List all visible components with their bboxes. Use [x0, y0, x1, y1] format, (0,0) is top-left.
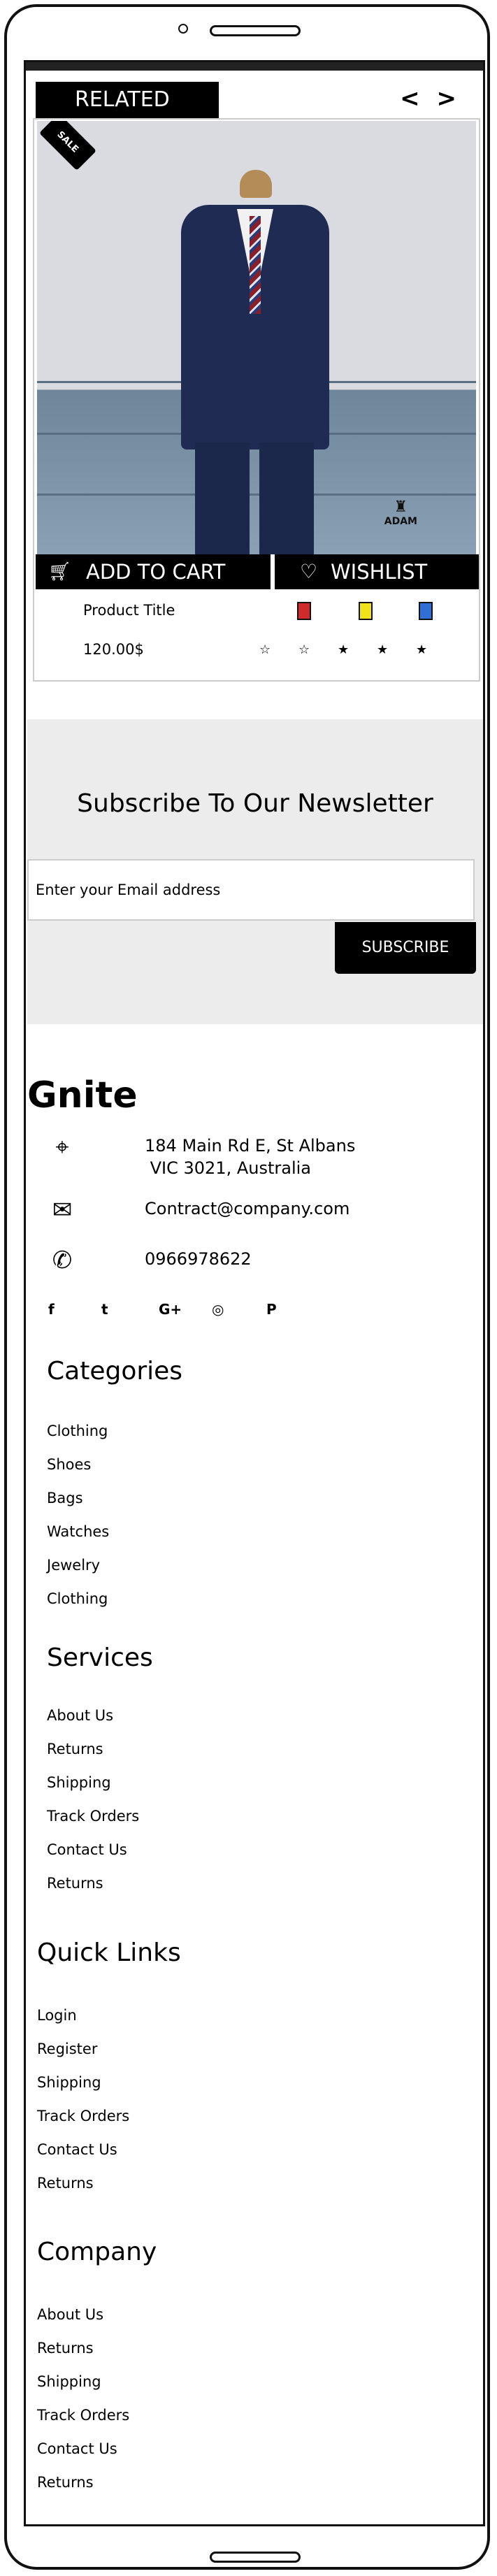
- speaker-bar: [210, 25, 301, 36]
- company-link[interactable]: Returns: [37, 2474, 94, 2491]
- email-text[interactable]: Contract@company.com: [145, 1197, 350, 1220]
- star-icon: ☆: [298, 642, 310, 657]
- phone-text[interactable]: 0966978622: [145, 1248, 252, 1270]
- quick-link[interactable]: Contact Us: [37, 2141, 117, 2158]
- phone-icon: ✆: [52, 1246, 73, 1274]
- category-link[interactable]: Clothing: [47, 1590, 108, 1607]
- company-link[interactable]: Track Orders: [37, 2407, 129, 2424]
- category-link[interactable]: Clothing: [47, 1423, 108, 1439]
- instagram-icon[interactable]: ◎: [212, 1301, 224, 1318]
- product-price: 120.00$: [83, 641, 144, 658]
- brand-logo: ♜ ADAM: [384, 498, 417, 527]
- heart-icon: ♡: [300, 560, 318, 583]
- phone-frame: RELATED < > ♜ ADAM SALE 🛒︎ ADD TO CART ♡…: [4, 4, 490, 2570]
- address-text: 184 Main Rd E, St Albans VIC 3021, Austr…: [145, 1136, 356, 1178]
- service-link[interactable]: Contact Us: [47, 1841, 127, 1858]
- cart-icon: 🛒︎: [48, 561, 72, 582]
- location-pin-icon: ⌖: [55, 1133, 69, 1161]
- star-icon: ★: [377, 642, 389, 657]
- email-input[interactable]: [27, 859, 475, 921]
- quick-link[interactable]: Login: [37, 2007, 77, 2024]
- hanger-icon: ♜: [394, 498, 408, 516]
- company-link[interactable]: Returns: [37, 2340, 94, 2356]
- star-icon: ★: [338, 642, 350, 657]
- google-plus-icon[interactable]: G+: [159, 1301, 182, 1318]
- tie: [250, 216, 261, 314]
- quick-link[interactable]: Returns: [37, 2175, 94, 2192]
- service-link[interactable]: Returns: [47, 1875, 103, 1892]
- mannequin-head: [240, 170, 272, 198]
- product-title[interactable]: Product Title: [83, 602, 175, 619]
- product-actions: 🛒︎ ADD TO CART ♡ WISHLIST: [34, 554, 479, 591]
- newsletter-section: Subscribe To Our Newsletter SUBSCRIBE: [27, 719, 483, 1024]
- next-arrow-icon[interactable]: >: [437, 85, 457, 113]
- sale-badge: SALE: [38, 121, 97, 171]
- category-link[interactable]: Bags: [47, 1490, 83, 1506]
- service-link[interactable]: Track Orders: [47, 1808, 139, 1825]
- company-link[interactable]: About Us: [37, 2306, 103, 2323]
- add-to-cart-button[interactable]: 🛒︎ ADD TO CART: [36, 554, 271, 589]
- trouser-right: [259, 442, 314, 554]
- newsletter-title: Subscribe To Our Newsletter: [77, 789, 433, 818]
- category-link[interactable]: Jewelry: [47, 1557, 100, 1574]
- paypal-icon[interactable]: P: [266, 1301, 277, 1318]
- subscribe-button[interactable]: SUBSCRIBE: [335, 922, 476, 974]
- service-link[interactable]: Shipping: [47, 1774, 111, 1791]
- facebook-icon[interactable]: f: [48, 1301, 55, 1318]
- categories-heading: Categories: [47, 1357, 183, 1386]
- services-heading: Services: [47, 1643, 153, 1672]
- color-swatch-yellow[interactable]: [359, 602, 373, 620]
- trouser-left: [195, 442, 250, 554]
- company-link[interactable]: Shipping: [37, 2373, 101, 2390]
- quick-link[interactable]: Register: [37, 2041, 97, 2057]
- home-indicator[interactable]: [210, 2552, 301, 2563]
- service-link[interactable]: Returns: [47, 1741, 103, 1757]
- camera-dot: [178, 24, 188, 34]
- related-title: RELATED: [36, 82, 219, 118]
- screen: RELATED < > ♜ ADAM SALE 🛒︎ ADD TO CART ♡…: [24, 60, 485, 2526]
- twitter-icon[interactable]: t: [101, 1301, 108, 1318]
- product-image[interactable]: ♜ ADAM SALE: [37, 121, 476, 554]
- company-heading: Company: [37, 2238, 157, 2266]
- color-swatch-blue[interactable]: [419, 602, 433, 620]
- envelope-icon: ✉: [52, 1196, 73, 1224]
- related-header: RELATED < >: [29, 79, 482, 118]
- star-icon: ☆: [259, 642, 271, 657]
- status-bar: [26, 62, 483, 71]
- quick-link[interactable]: Shipping: [37, 2074, 101, 2091]
- footer-brand: Gnite: [27, 1074, 138, 1116]
- wishlist-button[interactable]: ♡ WISHLIST: [275, 554, 479, 589]
- quick-links-heading: Quick Links: [37, 1938, 181, 1967]
- quick-link[interactable]: Track Orders: [37, 2108, 129, 2124]
- rating-stars: ☆ ☆ ★ ★ ★: [259, 642, 455, 657]
- service-link[interactable]: About Us: [47, 1707, 113, 1724]
- category-link[interactable]: Shoes: [47, 1456, 91, 1473]
- company-link[interactable]: Contact Us: [37, 2440, 117, 2457]
- prev-arrow-icon[interactable]: <: [400, 85, 420, 113]
- star-icon: ★: [416, 642, 428, 657]
- color-swatch-red[interactable]: [297, 602, 311, 620]
- product-card[interactable]: ♜ ADAM SALE 🛒︎ ADD TO CART ♡ WISHLIST Pr…: [33, 118, 480, 682]
- carousel-arrows: < >: [391, 85, 456, 113]
- category-link[interactable]: Watches: [47, 1523, 109, 1540]
